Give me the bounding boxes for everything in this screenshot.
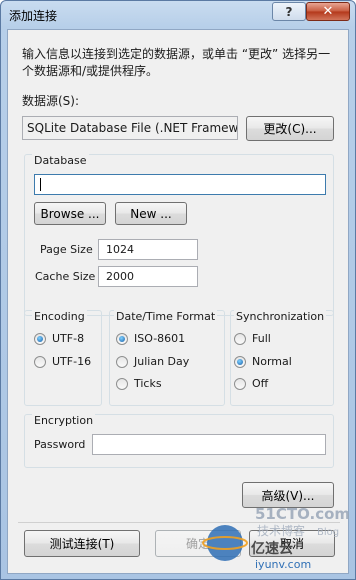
window-title: 添加连接 [9, 9, 58, 23]
browse-button[interactable]: Browse ... [34, 202, 106, 225]
encoding-utf8-radio[interactable]: UTF-8 [34, 332, 84, 345]
sync-off-radio[interactable]: Off [234, 377, 268, 390]
radio-unselected-icon [234, 332, 246, 345]
radio-unselected-icon [116, 377, 128, 390]
help-button[interactable]: ? [272, 2, 306, 21]
close-icon: ✕ [322, 4, 334, 19]
radio-unselected-icon [116, 355, 128, 368]
cancel-button[interactable]: 取消 [249, 530, 335, 557]
encryption-group-title: Encryption [32, 414, 96, 427]
datetime-julian-radio[interactable]: Julian Day [116, 355, 189, 368]
sync-normal-radio[interactable]: Normal [234, 355, 292, 368]
dialog-body: 输入信息以连接到选定的数据源，或单击 “更改” 选择另一个数据源和/或提供程序。… [7, 29, 349, 574]
database-group-title: Database [32, 154, 89, 167]
encoding-group-title: Encoding [32, 310, 87, 323]
help-icon: ? [285, 4, 293, 19]
encoding-utf16-radio[interactable]: UTF-16 [34, 355, 91, 368]
password-label: Password [34, 438, 86, 451]
datetime-iso8601-radio[interactable]: ISO-8601 [116, 332, 185, 345]
radio-unselected-icon [234, 377, 246, 390]
cache-size-input[interactable]: 2000 [98, 266, 198, 287]
instruction-text: 输入信息以连接到选定的数据源，或单击 “更改” 选择另一个数据源和/或提供程序。 [22, 47, 331, 78]
test-connection-button[interactable]: 测试连接(T) [24, 530, 140, 557]
add-connection-dialog: 添加连接 ? ✕ 输入信息以连接到选定的数据源，或单击 “更改” 选择另一个数据… [0, 0, 356, 580]
advanced-button[interactable]: 高级(V)... [242, 482, 334, 508]
synchronization-group-title: Synchronization [234, 310, 327, 323]
radio-selected-icon [234, 355, 246, 368]
datetime-format-group-title: Date/Time Format [114, 310, 218, 323]
cache-size-label: Cache Size [35, 270, 96, 283]
page-size-input[interactable]: 1024 [98, 239, 198, 260]
sync-full-radio[interactable]: Full [234, 332, 271, 345]
datasource-label: 数据源(S): [22, 94, 80, 108]
change-datasource-button[interactable]: 更改(C)... [246, 116, 334, 141]
new-database-button[interactable]: New ... [115, 202, 187, 225]
password-input[interactable] [92, 434, 326, 455]
ok-button[interactable]: 确定 [155, 530, 241, 557]
radio-selected-icon [116, 332, 128, 345]
close-button[interactable]: ✕ [306, 2, 350, 21]
text-caret [40, 178, 41, 191]
database-path-input[interactable] [34, 174, 326, 195]
radio-unselected-icon [34, 355, 46, 368]
datasource-field: SQLite Database File (.NET Framewc [22, 116, 238, 140]
button-divider [18, 522, 340, 523]
radio-selected-icon [34, 332, 46, 345]
datetime-ticks-radio[interactable]: Ticks [116, 377, 162, 390]
page-size-label: Page Size [40, 243, 93, 256]
title-bar[interactable]: 添加连接 ? ✕ [1, 1, 355, 29]
